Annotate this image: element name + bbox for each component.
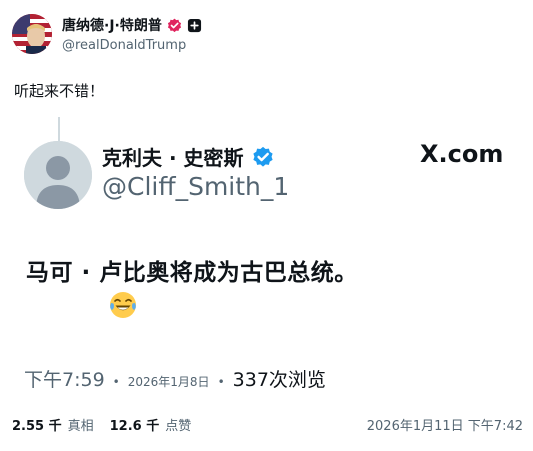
quoted-views: 337次浏览 — [232, 369, 326, 391]
quoted-date: 2026年1月8日 — [127, 375, 210, 389]
post-stats-row: 2.55 千 真相 12.6 千 点赞 — [12, 415, 201, 434]
verified-badge-icon — [167, 18, 181, 32]
quoted-text: 马可 · 卢比奥将成为古巴总统。 — [26, 260, 358, 286]
quoted-meta-row: 下午7:59 • 2026年1月8日 • 337次浏览 — [24, 365, 326, 392]
x-com-logo: X.com — [420, 140, 503, 168]
thread-connector-line — [58, 117, 60, 143]
laughing-tears-emoji-icon — [110, 292, 136, 318]
quoted-handle[interactable]: @Cliff_Smith_1 — [102, 172, 289, 201]
likes-count[interactable]: 12.6 千 — [110, 415, 160, 434]
author-handle[interactable]: @realDonaldTrump — [62, 38, 186, 53]
reposts-label[interactable]: 真相 — [68, 415, 94, 434]
quoted-name-row: 克利夫 · 史密斯 — [102, 142, 274, 171]
post-datetime: 2026年1月11日 下午7:42 — [366, 419, 523, 434]
quoted-display-name[interactable]: 克利夫 · 史密斯 — [102, 142, 244, 171]
author-avatar[interactable] — [12, 14, 52, 54]
quoted-default-avatar[interactable] — [24, 141, 92, 209]
x-com-label: X.com — [420, 140, 504, 168]
separator-dot: • — [217, 375, 225, 389]
likes-label[interactable]: 点赞 — [165, 415, 191, 434]
post-text: 听起来不错！ — [14, 82, 105, 100]
quoted-time: 下午7:59 — [24, 369, 105, 391]
reposts-count[interactable]: 2.55 千 — [12, 415, 62, 434]
default-user-icon — [24, 141, 92, 209]
verified-check-icon — [252, 146, 273, 167]
author-name-row: 唐纳德·J·特朗普 — [62, 15, 202, 35]
separator-dot: • — [112, 375, 120, 389]
follow-plus-icon[interactable] — [187, 18, 202, 33]
author-display-name[interactable]: 唐纳德·J·特朗普 — [62, 15, 162, 35]
